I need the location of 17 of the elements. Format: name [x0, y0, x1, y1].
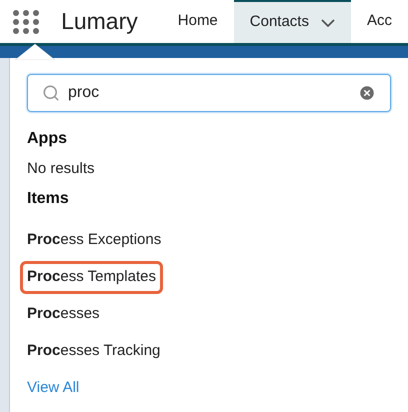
result-item[interactable]: Process Templates: [20, 261, 163, 294]
section-heading: Apps: [27, 129, 68, 149]
result-item[interactable]: Process Exceptions: [27, 229, 162, 252]
section-heading: Items: [27, 189, 70, 209]
search-text: proc: [68, 83, 100, 103]
search-field[interactable]: proc: [27, 74, 391, 112]
result-item[interactable]: Processes Tracking: [27, 340, 160, 363]
nav-tab[interactable]: Contacts: [234, 0, 351, 43]
result-item[interactable]: Processes: [27, 303, 100, 326]
empty-message: No results: [27, 158, 96, 179]
nav-tab[interactable]: Acc: [350, 0, 408, 43]
app-name: Lumary: [61, 7, 138, 36]
nav-tab[interactable]: Home: [162, 0, 234, 43]
clear-icon[interactable]: [358, 84, 376, 102]
view-all-link[interactable]: View All: [27, 370, 391, 406]
search-icon: [42, 84, 60, 102]
app-launcher-icon: [12, 8, 40, 34]
